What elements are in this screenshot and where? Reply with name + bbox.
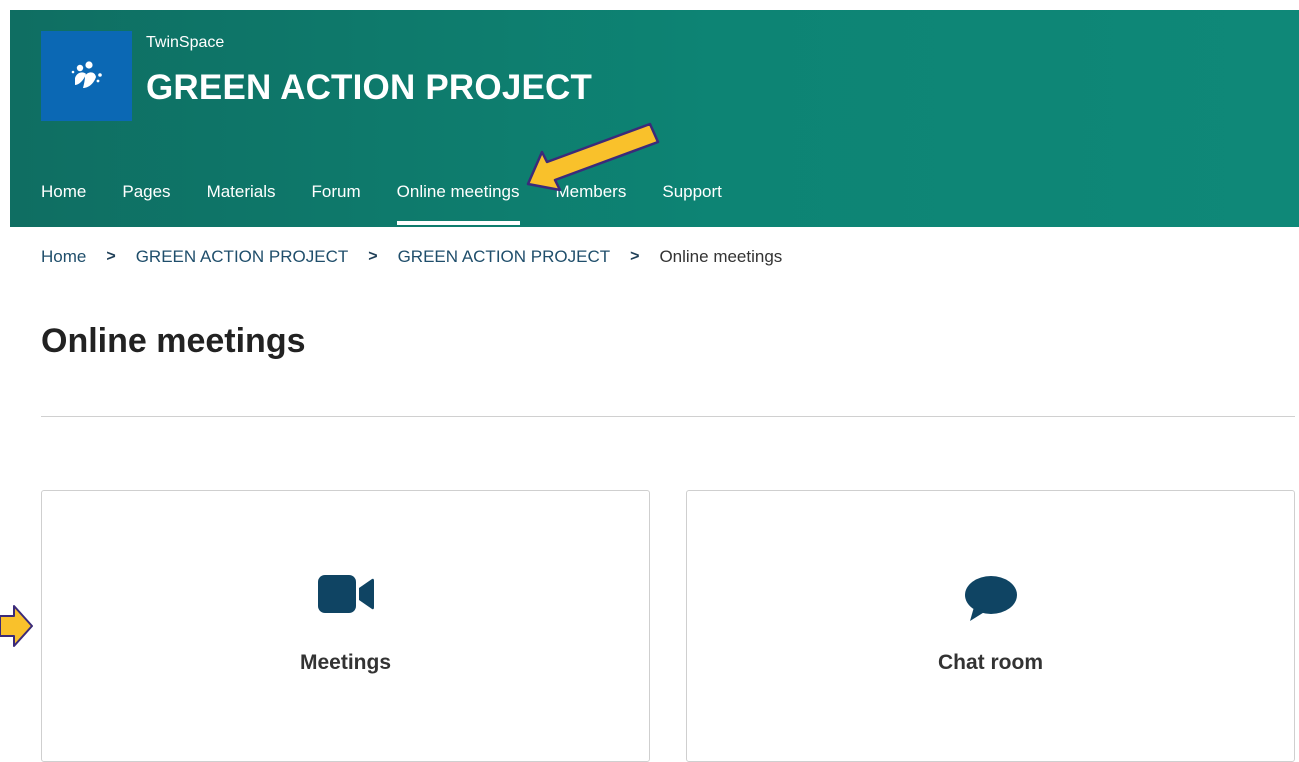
breadcrumb-project-sub[interactable]: GREEN ACTION PROJECT [398, 247, 611, 267]
divider [41, 416, 1295, 417]
nav-item-forum[interactable]: Forum [312, 182, 361, 216]
annotation-arrow-icon [526, 122, 660, 192]
chat-room-label: Chat room [938, 651, 1043, 674]
site-title[interactable]: GREEN ACTION PROJECT [146, 68, 592, 108]
breadcrumb-home[interactable]: Home [41, 247, 86, 267]
breadcrumb-separator: > [106, 248, 116, 265]
breadcrumb-separator: > [630, 248, 640, 265]
meetings-card[interactable]: Meetings [41, 490, 650, 762]
breadcrumb-project[interactable]: GREEN ACTION PROJECT [136, 247, 349, 267]
nav-item-materials[interactable]: Materials [207, 182, 276, 216]
video-camera-icon [42, 575, 649, 613]
nav-item-support[interactable]: Support [662, 182, 722, 216]
breadcrumb-current: Online meetings [659, 247, 783, 266]
nav-item-pages[interactable]: Pages [122, 182, 170, 216]
etwinning-logo-icon[interactable] [41, 31, 132, 121]
site-subtitle: TwinSpace [146, 34, 225, 51]
chat-room-card[interactable]: Chat room [686, 490, 1295, 762]
chat-bubble-icon [687, 575, 1294, 623]
annotation-arrow-icon [0, 605, 33, 647]
page-title: Online meetings [41, 322, 306, 360]
nav-item-online-meetings[interactable]: Online meetings [396, 182, 520, 225]
meetings-label: Meetings [299, 651, 391, 674]
breadcrumb: Home > GREEN ACTION PROJECT > GREEN ACTI… [41, 247, 782, 267]
breadcrumb-separator: > [368, 248, 378, 265]
nav-item-home[interactable]: Home [41, 182, 86, 216]
